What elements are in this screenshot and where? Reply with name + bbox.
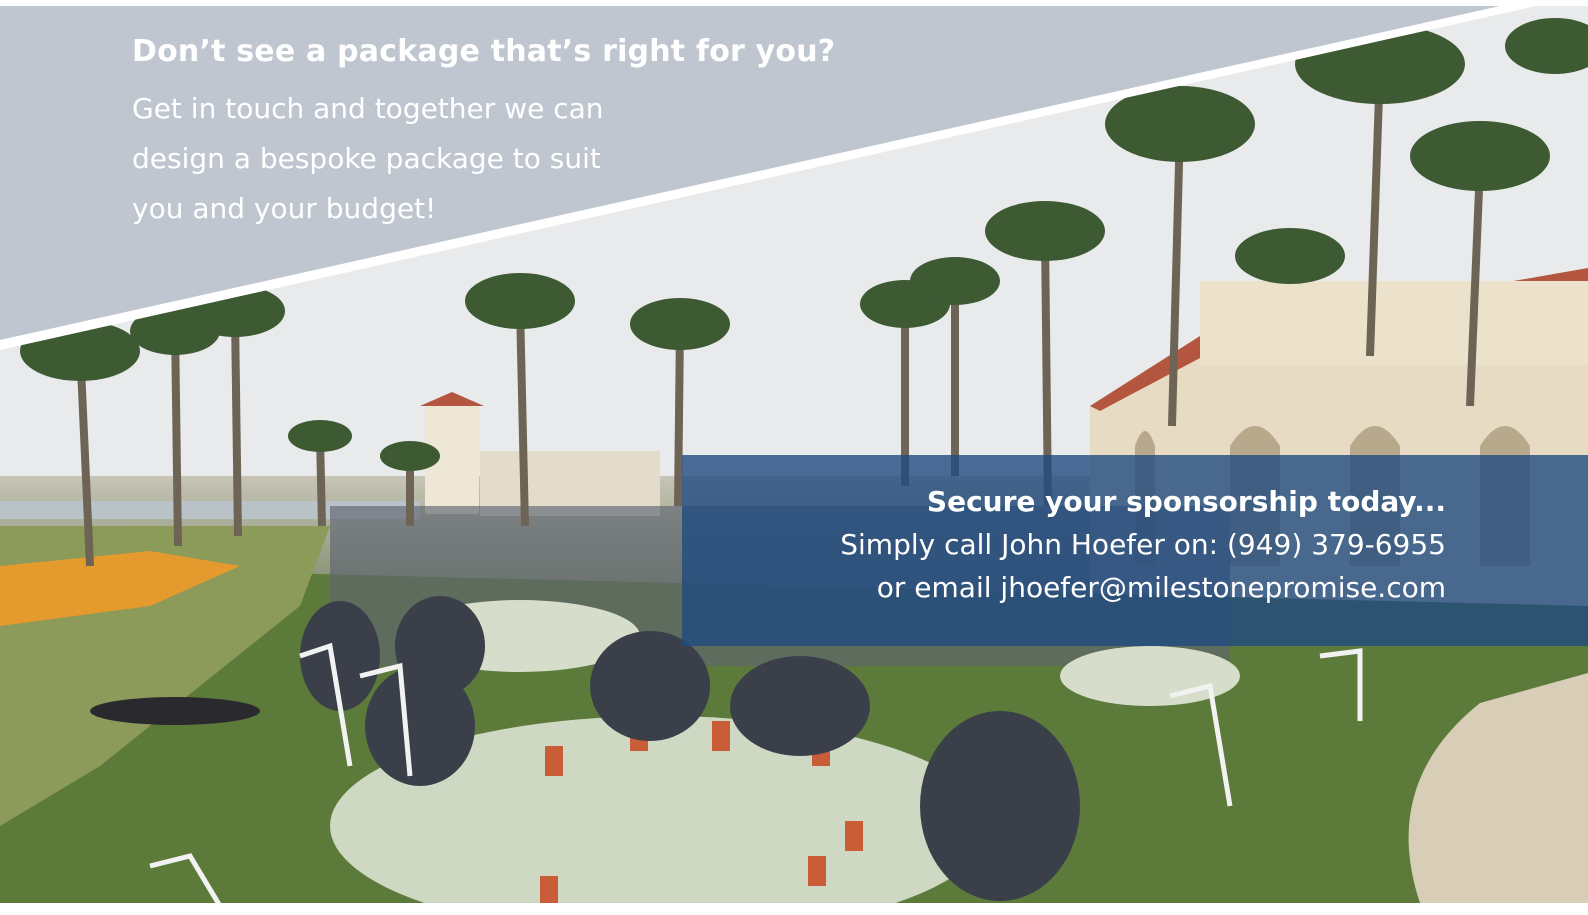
- promo-body-line: you and your budget!: [132, 192, 437, 225]
- contact-email[interactable]: or email jhoefer@milestonepromise.com: [877, 571, 1446, 604]
- promo-body-line: Get in touch and together we can: [132, 92, 604, 125]
- promo-body-line: design a bespoke package to suit: [132, 142, 601, 175]
- contact-phone[interactable]: Simply call John Hoefer on: (949) 379-69…: [840, 528, 1446, 561]
- sponsorship-page: Don’t see a package that’s right for you…: [0, 0, 1588, 915]
- contact-title: Secure your sponsorship today...: [926, 485, 1446, 518]
- promo-headline: Don’t see a package that’s right for you…: [132, 34, 836, 69]
- contact-panel: Secure your sponsorship today... Simply …: [682, 455, 1588, 646]
- promo-body: Get in touch and together we can design …: [132, 84, 692, 234]
